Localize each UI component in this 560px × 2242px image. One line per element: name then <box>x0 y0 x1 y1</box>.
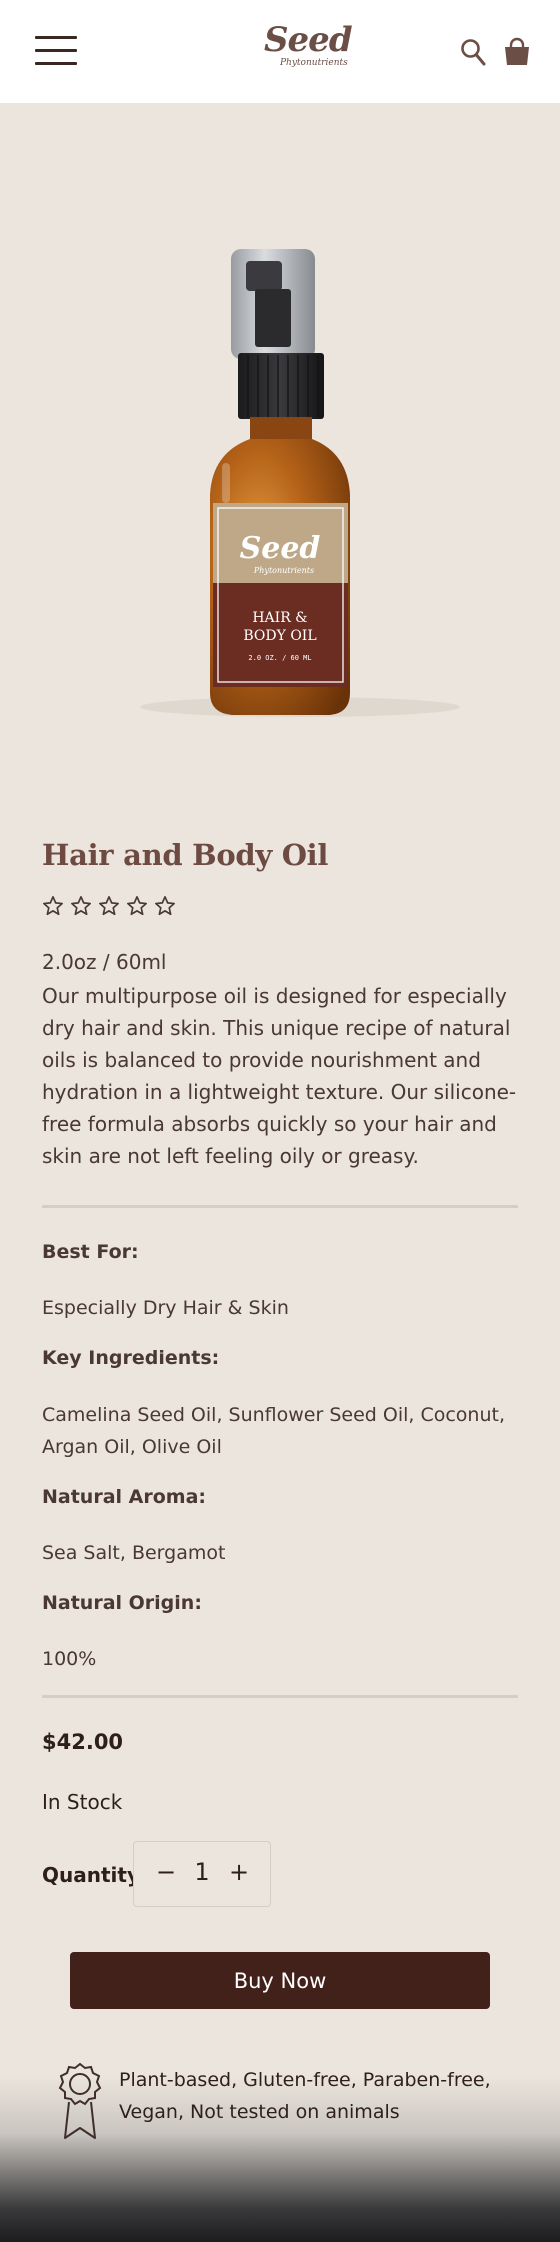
brand-logo[interactable]: Seed Phytonutrients <box>258 18 353 76</box>
label-size: 2.0 OZ. / 60 ML <box>248 654 311 662</box>
quantity-input[interactable]: 1 <box>189 1858 215 1886</box>
aroma-value: Sea Salt, Bergamot <box>42 1542 226 1564</box>
hamburger-menu-icon[interactable] <box>35 36 77 66</box>
product-image: Seed Phytonutrients HAIR & BODY OIL 2.0 … <box>140 249 460 717</box>
star-icon[interactable] <box>98 895 120 917</box>
shopping-bag-icon[interactable] <box>502 37 532 67</box>
stock-status: In Stock <box>42 1790 123 1814</box>
product-size: 2.0oz / 60ml <box>42 950 167 974</box>
product-title: Hair and Body Oil <box>42 838 329 872</box>
ingredients-label: Key Ingredients: <box>42 1347 220 1369</box>
label-line1: HAIR & <box>252 610 307 626</box>
product-attributes-text: Plant-based, Gluten-free, Paraben-free, … <box>119 2069 491 2123</box>
product-description: Our multipurpose oil is designed for esp… <box>42 984 517 1168</box>
divider <box>42 1695 518 1698</box>
product-price: $42.00 <box>42 1730 124 1754</box>
buy-now-button[interactable]: Buy Now <box>70 1952 490 2009</box>
quantity-label: Quantity <box>42 1863 140 1887</box>
logo-subtitle: Phytonutrients <box>280 58 348 68</box>
quantity-decrease-button[interactable]: − <box>154 1858 178 1886</box>
rating-stars[interactable] <box>42 895 176 917</box>
origin-value: 100% <box>42 1648 97 1670</box>
best-for-value: Especially Dry Hair & Skin <box>42 1297 289 1319</box>
origin-label: Natural Origin: <box>42 1592 202 1614</box>
star-icon[interactable] <box>154 895 176 917</box>
ingredients-value: Camelina Seed Oil, Sunflower Seed Oil, C… <box>42 1404 506 1458</box>
logo-wordmark: Seed <box>264 20 353 60</box>
label-line2: BODY OIL <box>243 628 316 644</box>
label-sub: Phytonutrients <box>253 566 314 575</box>
best-for-label: Best For: <box>42 1241 139 1263</box>
star-icon[interactable] <box>70 895 92 917</box>
site-header: Seed Phytonutrients <box>0 0 560 103</box>
aroma-label: Natural Aroma: <box>42 1486 206 1508</box>
quantity-stepper[interactable]: − 1 + <box>133 1841 271 1907</box>
star-icon[interactable] <box>42 895 64 917</box>
award-ribbon-icon <box>58 2062 102 2139</box>
search-icon[interactable] <box>460 38 486 66</box>
star-icon[interactable] <box>126 895 148 917</box>
quantity-increase-button[interactable]: + <box>226 1858 252 1886</box>
label-brand: Seed <box>240 531 321 566</box>
divider <box>42 1205 518 1208</box>
